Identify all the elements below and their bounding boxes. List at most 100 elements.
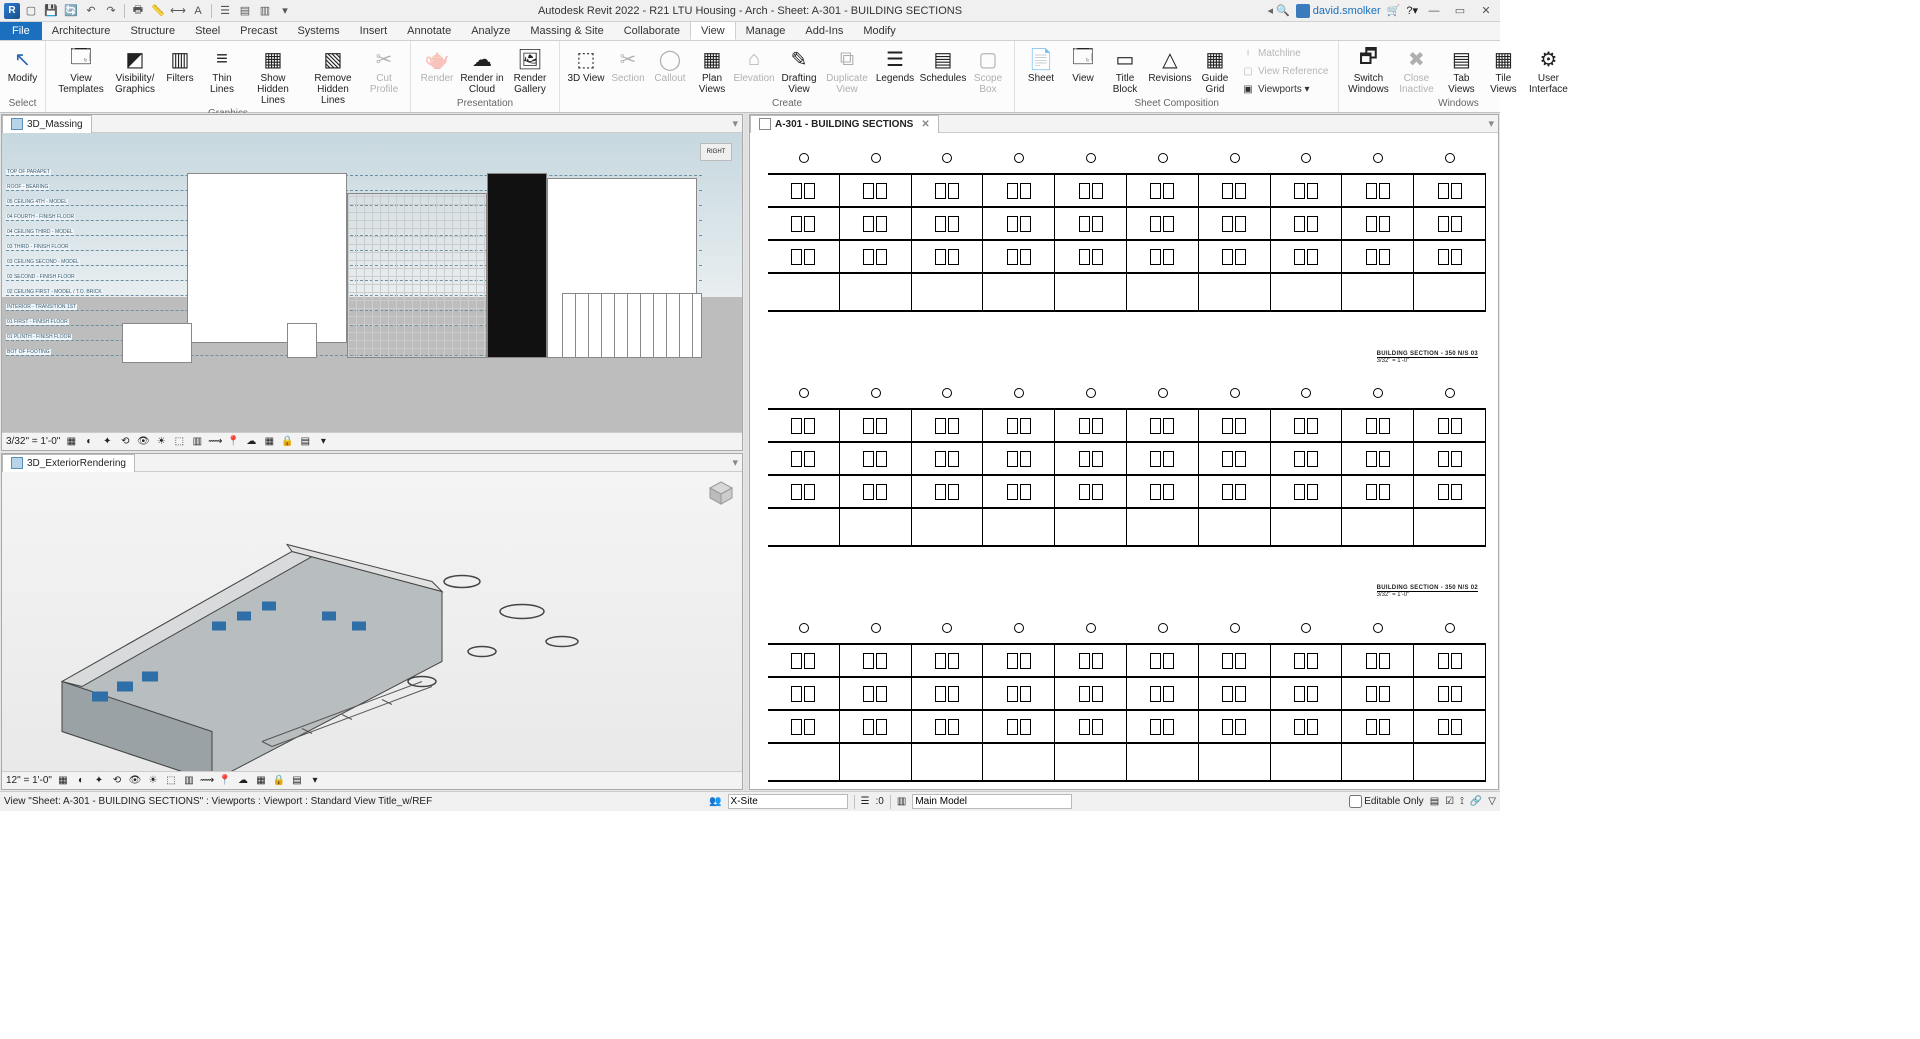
guide-grid-button[interactable]: ▦Guide Grid (1195, 43, 1235, 97)
qat-text-icon[interactable]: A (189, 2, 207, 20)
qat-redo-icon[interactable]: ↷ (102, 2, 120, 20)
user-interface-button[interactable]: ⚙User Interface (1525, 43, 1571, 97)
switch-windows-button[interactable]: 🗗Switch Windows (1345, 43, 1391, 97)
scale-label[interactable]: 3/32" = 1'-0" (6, 436, 60, 447)
ribbon: ↖Modify Select ▾ 🗔View Templates ◩Visibi… (0, 41, 1500, 113)
view-templates-button[interactable]: 🗔View Templates (52, 43, 110, 97)
view-3d-rendering: 3D_ExteriorRendering ▾ (1, 453, 743, 790)
3d-view-button[interactable]: ⬚3D View (566, 43, 606, 86)
ribbon-tab-structure[interactable]: Structure (120, 21, 185, 40)
cart-icon[interactable]: 🛒 (1387, 4, 1401, 17)
sheet-button[interactable]: 📄Sheet (1021, 43, 1061, 86)
sb-icon[interactable]: 🔗 (1470, 796, 1482, 807)
view-menu-icon[interactable]: ▾ (1488, 117, 1498, 130)
legends-button[interactable]: ☰Legends (872, 43, 918, 86)
sb-icon[interactable]: ☑ (1445, 796, 1454, 807)
workset-field[interactable] (728, 794, 848, 809)
filters-button[interactable]: ▥Filters (160, 43, 200, 86)
building-section (768, 643, 1486, 782)
ribbon-tab-annotate[interactable]: Annotate (397, 21, 461, 40)
workset-icon[interactable]: 👥 (709, 796, 721, 807)
ribbon-tab-massing-site[interactable]: Massing & Site (520, 21, 613, 40)
qat-align-icon[interactable]: ☰ (216, 2, 234, 20)
visibility-graphics-button[interactable]: ◩Visibility/ Graphics (112, 43, 158, 97)
view-control-bar-rendering: 12" = 1'-0" ▦◐✦⟲👁☀⬚▥⟿📍☁▦🔒▤▾ (2, 771, 742, 789)
ribbon-tab-view[interactable]: View (690, 21, 736, 40)
cube-icon (11, 457, 23, 469)
sb-icon[interactable]: ▽ (1488, 796, 1496, 807)
view-tab-massing[interactable]: 3D_Massing (2, 115, 92, 133)
minimize-button[interactable]: — (1424, 5, 1444, 17)
section-button: ✂Section (608, 43, 648, 86)
callout-button: ◯Callout (650, 43, 690, 86)
ribbon-tab-add-ins[interactable]: Add-Ins (795, 21, 853, 40)
ribbon-tab-modify[interactable]: Modify (853, 21, 905, 40)
title-block-button[interactable]: ▭Title Block (1105, 43, 1145, 97)
file-tab[interactable]: File (0, 21, 42, 40)
thin-lines-button[interactable]: ≡Thin Lines (202, 43, 242, 97)
scale-label[interactable]: 12" = 1'-0" (6, 775, 52, 786)
restore-button[interactable]: ▭ (1450, 4, 1470, 17)
search-icon[interactable]: ◂ 🔍 (1268, 4, 1290, 17)
schedules-button[interactable]: ▤Schedules (920, 43, 966, 86)
ribbon-tab-steel[interactable]: Steel (185, 21, 230, 40)
revisions-button[interactable]: △Revisions (1147, 43, 1193, 86)
select-count-icon[interactable]: ☰ (861, 796, 870, 807)
qat-filter-icon[interactable]: ▥ (256, 2, 274, 20)
qat-save-icon[interactable]: 💾 (42, 2, 60, 20)
model-field[interactable] (912, 794, 1072, 809)
quick-access-toolbar: R ▢ 💾 🔄 ↶ ↷ 🖶 📏 ⟷ A ☰ ▤ ▥ ▾ (0, 2, 294, 20)
qat-section-icon[interactable]: ▤ (236, 2, 254, 20)
canvas-massing[interactable]: RIGHT TOP OF PARAPETROOF - BEARING05 CEI… (2, 133, 742, 432)
workspace: 3D_Massing ▾ RIGHT TOP OF PARAPETROOF - … (0, 113, 1500, 791)
ribbon-tab-manage[interactable]: Manage (736, 21, 796, 40)
viewports-button[interactable]: ▣Viewports ▾ (1237, 81, 1332, 98)
canvas-rendering[interactable] (2, 472, 742, 771)
tab-views-button[interactable]: ▤Tab Views (1441, 43, 1481, 97)
qat-dim-icon[interactable]: ⟷ (169, 2, 187, 20)
ribbon-tab-precast[interactable]: Precast (230, 21, 287, 40)
plan-views-button[interactable]: ▦Plan Views (692, 43, 732, 97)
sheet-icon (759, 118, 771, 130)
view-sheet-sections: A-301 - BUILDING SECTIONS✕ ▾ BUILDING SE… (749, 114, 1499, 790)
place-view-button[interactable]: 🗔View (1063, 43, 1103, 86)
tile-views-button[interactable]: ▦Tile Views (1483, 43, 1523, 97)
sb-icon[interactable]: ⟟ (1460, 796, 1464, 807)
ribbon-tab-insert[interactable]: Insert (350, 21, 398, 40)
qat-measure-icon[interactable]: 📏 (149, 2, 167, 20)
view-menu-icon[interactable]: ▾ (732, 456, 742, 469)
remove-hidden-lines-button[interactable]: ▧Remove Hidden Lines (304, 43, 362, 108)
ribbon-tab-architecture[interactable]: Architecture (42, 21, 121, 40)
ribbon-tab-collaborate[interactable]: Collaborate (614, 21, 690, 40)
render-cloud-button[interactable]: ☁Render in Cloud (459, 43, 505, 97)
sb-icon[interactable]: ▤ (1430, 796, 1439, 807)
model-icon[interactable]: ▥ (897, 796, 906, 807)
show-hidden-lines-button[interactable]: ▦Show Hidden Lines (244, 43, 302, 108)
view-tab-rendering[interactable]: 3D_ExteriorRendering (2, 454, 135, 472)
panel-label-select: Select ▾ (6, 98, 39, 112)
modify-button[interactable]: ↖Modify (6, 43, 39, 86)
render-gallery-button[interactable]: 🖼Render Gallery (507, 43, 553, 97)
qat-thin-icon[interactable]: ▾ (276, 2, 294, 20)
ribbon-tab-systems[interactable]: Systems (287, 21, 349, 40)
editable-only-checkbox[interactable]: Editable Only (1349, 795, 1423, 808)
help-icon[interactable]: ?▾ (1406, 4, 1418, 17)
qat-open-icon[interactable]: ▢ (22, 2, 40, 20)
qat-sync-icon[interactable]: 🔄 (62, 2, 80, 20)
qat-print-icon[interactable]: 🖶 (129, 2, 147, 20)
view-tab-sheet[interactable]: A-301 - BUILDING SECTIONS✕ (750, 115, 939, 133)
building-section (768, 408, 1486, 547)
drafting-view-button[interactable]: ✎Drafting View (776, 43, 822, 97)
qat-undo-icon[interactable]: ↶ (82, 2, 100, 20)
panel-create: ⬚3D View ✂Section ◯Callout ▦Plan Views ⌂… (560, 41, 1015, 112)
close-tab-icon[interactable]: ✕ (921, 119, 929, 130)
canvas-sheet[interactable]: BUILDING SECTION - 350 N/S 033/32" = 1'-… (750, 133, 1498, 789)
view-menu-icon[interactable]: ▾ (732, 117, 742, 130)
duplicate-view-button: ⧉Duplicate View (824, 43, 870, 97)
matchline-button: ⟊Matchline (1237, 45, 1332, 62)
user-account[interactable]: david.smolker (1296, 4, 1381, 18)
close-button[interactable]: ✕ (1476, 4, 1496, 17)
ribbon-tab-analyze[interactable]: Analyze (461, 21, 520, 40)
nav-cube[interactable]: RIGHT (700, 143, 732, 161)
panel-label-windows: Windows (1345, 98, 1571, 112)
